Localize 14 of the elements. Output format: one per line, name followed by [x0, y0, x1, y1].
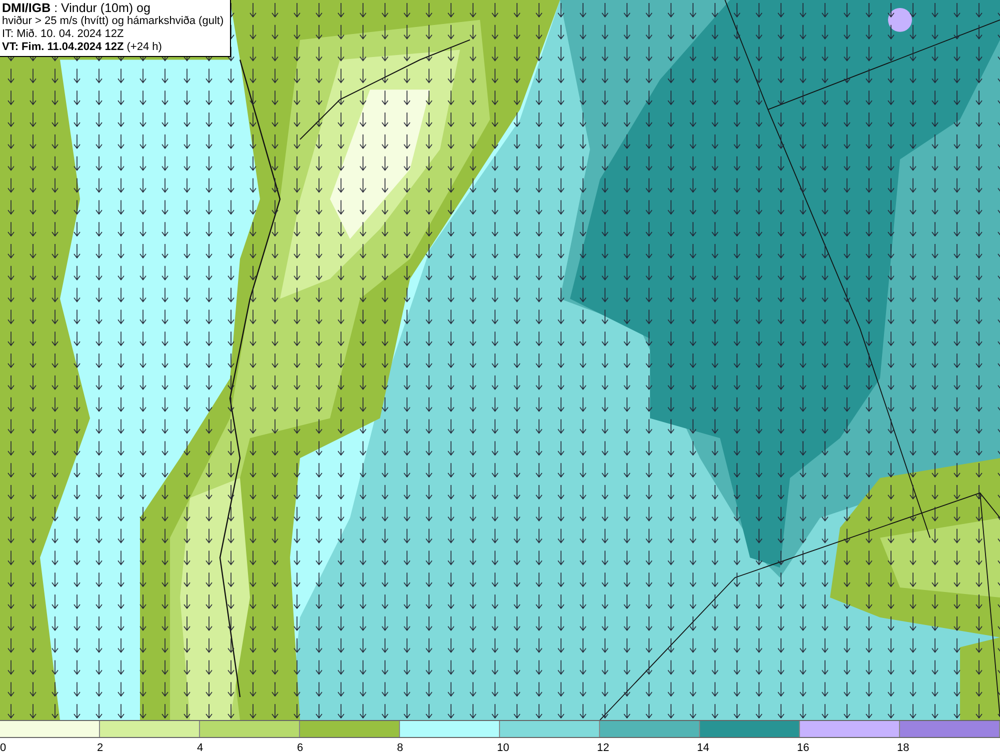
legend-tick-label: 14	[697, 742, 710, 753]
legend-tick-label: 2	[97, 742, 104, 753]
legend-tick-label: 16	[797, 742, 810, 753]
legend-tick-label: 8	[397, 742, 404, 753]
title-line: VT: Fim. 11.04.2024 12Z (+24 h)	[2, 41, 163, 54]
legend-tick-label: 4	[197, 742, 204, 753]
legend-tick-label: 0	[0, 742, 6, 753]
legend-tick-label: 10	[497, 742, 510, 753]
legend-tick-label: 6	[297, 742, 304, 753]
legend-tick-label: 18	[897, 742, 910, 753]
title-line: DMI/IGB : Vindur (10m) og	[2, 1, 152, 15]
title-line: IT: Mið. 10. 04. 2024 12Z	[2, 28, 125, 41]
title-line: hviður > 25 m/s (hvítt) og hámarkshviða (gult)	[2, 15, 225, 28]
legend-tick-label: 12	[597, 742, 610, 753]
